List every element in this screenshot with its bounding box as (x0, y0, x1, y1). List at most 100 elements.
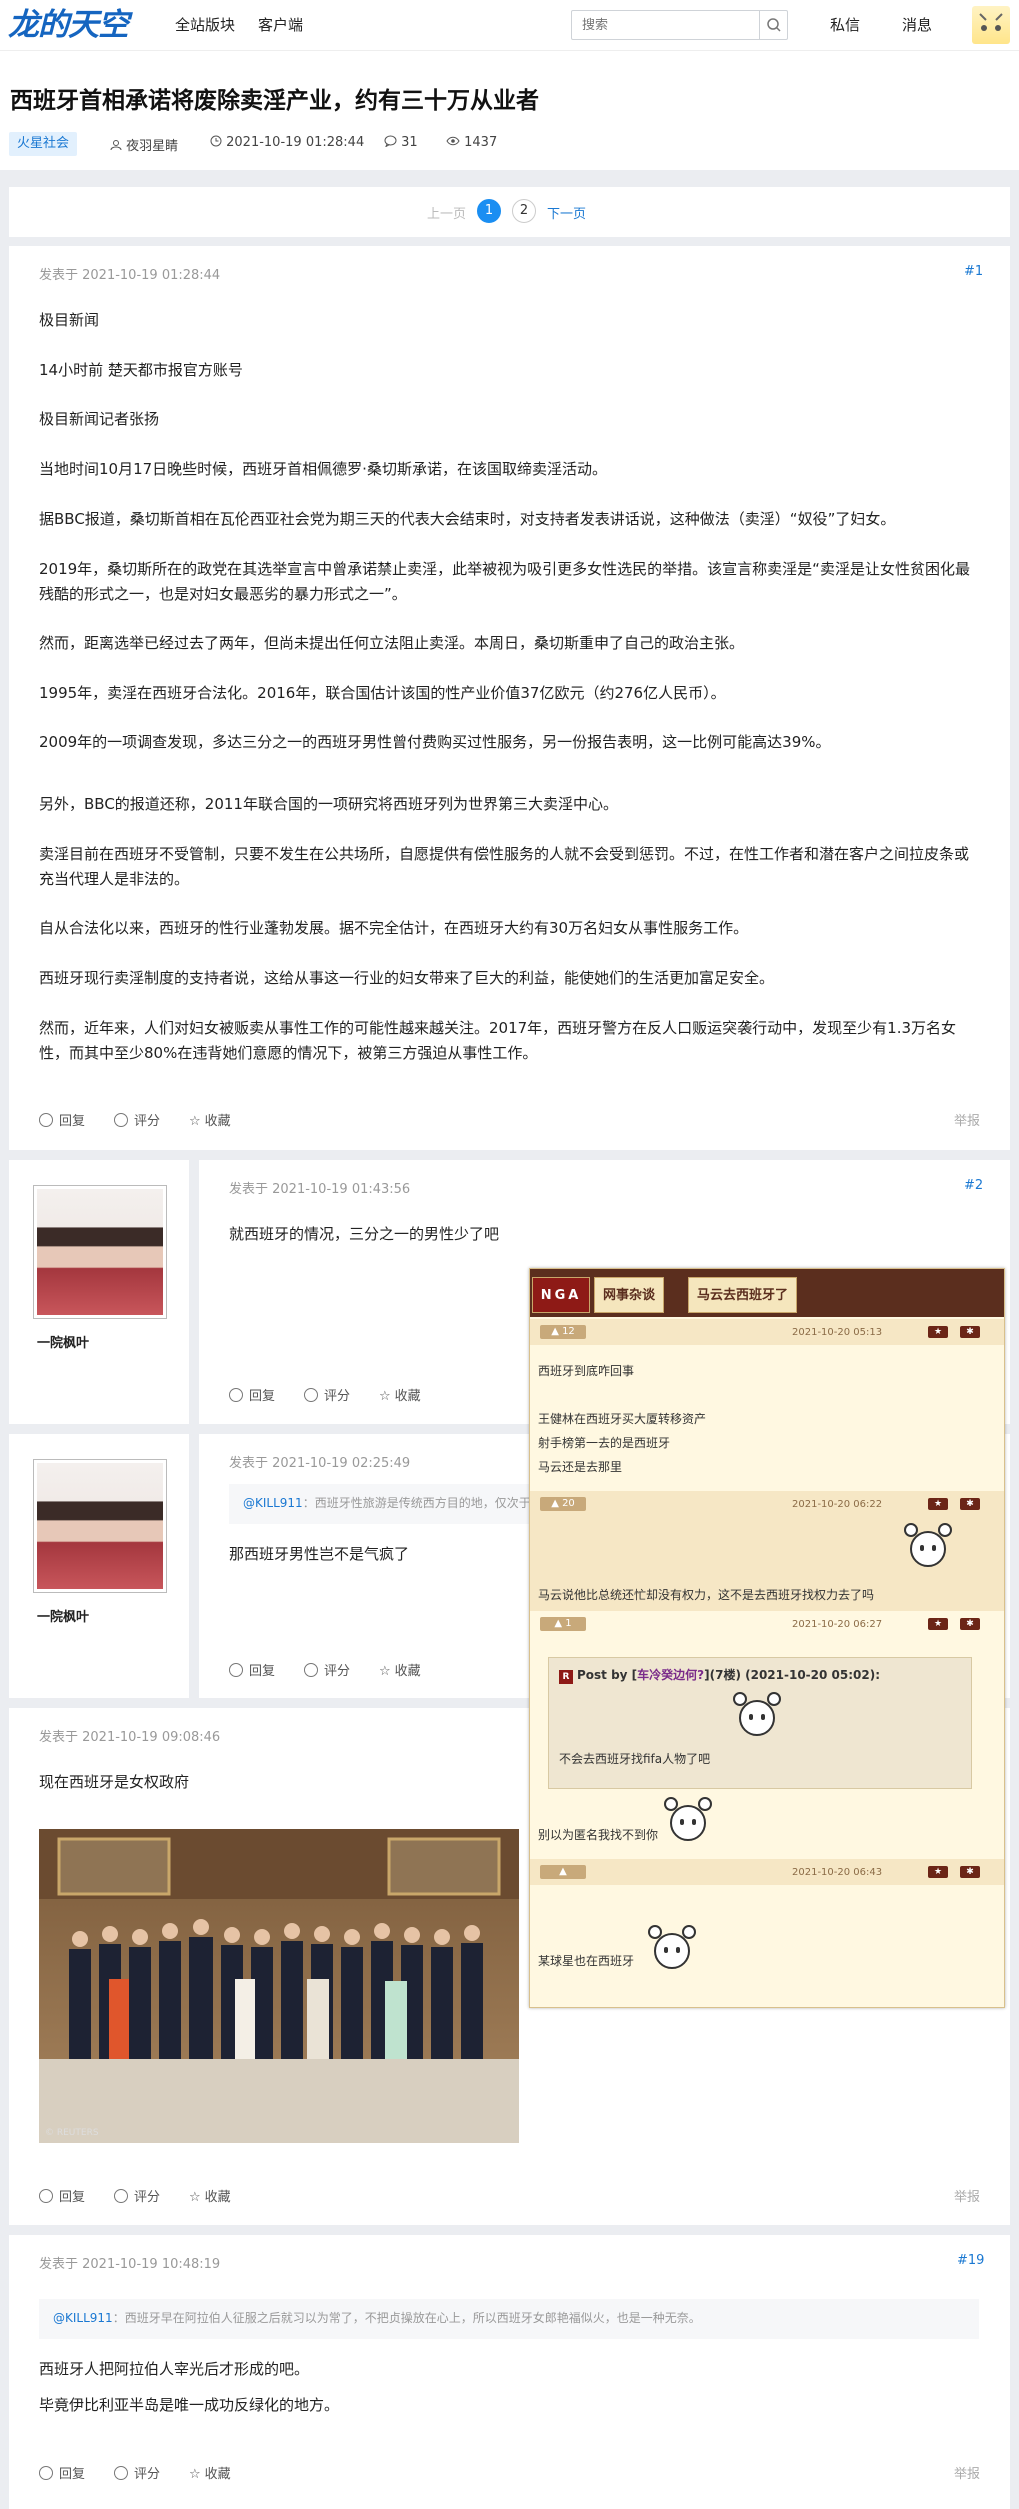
quote-mention[interactable]: @KILL911 (243, 1496, 303, 1510)
nga-row-header: ▲ 12 2021-10-20 05:13 ★ ✱ (530, 1319, 1004, 1345)
post-paragraph: 极目新闻记者张扬 (39, 410, 160, 428)
post-paragraph: 14小时前 楚天都市报官方账号 (39, 361, 243, 379)
nga-text: 射手榜第一去的是西班牙 (538, 1436, 671, 1450)
rate-label: 评分 (324, 1389, 351, 1404)
rate-button[interactable]: 评分 (114, 2463, 160, 2482)
report-link[interactable]: 举报 (954, 1110, 980, 1129)
post-1: 发表于 2021-10-19 01:28:44 #1 极目新闻 14小时前 楚天… (9, 246, 1010, 1150)
user-avatar-image[interactable] (33, 1459, 167, 1593)
rate-label: 评分 (134, 2190, 161, 2205)
pagination: 上一页 1 2 下一页 (9, 187, 1010, 237)
post-time: 发表于 2021-10-19 09:08:46 (39, 1730, 221, 1745)
nga-quote-text: 不会去西班牙找fifa人物了吧 (559, 1752, 711, 1766)
rate-button[interactable]: 评分 (304, 1660, 350, 1679)
reply-button[interactable]: 回复 (229, 1660, 275, 1679)
star-icon: ☆ (189, 1114, 201, 1129)
reply-button[interactable]: 回复 (39, 2463, 85, 2482)
nga-row-4-header: ▲ 2021-10-20 06:43 ★ ✱ (530, 1859, 1004, 1885)
board-tag[interactable]: 火星社会 (9, 132, 78, 156)
page-2[interactable]: 2 (512, 199, 536, 223)
nga-quote-header: R Post by [车冷癸边何?](7楼) (2021-10-20 05:02)… (559, 1666, 880, 1684)
post-time: 发表于 2021-10-19 01:43:56 (229, 1182, 411, 1197)
post-text: 就西班牙的情况，三分之一的男性少了吧 (229, 1225, 500, 1243)
nga-text: 西班牙到底咋回事 (538, 1364, 635, 1378)
reply-label: 回复 (59, 1114, 86, 1129)
report-link[interactable]: 举报 (954, 2186, 980, 2205)
post-text: 那西班牙男性岂不是气疯了 (229, 1545, 410, 1563)
chibi-sticker (900, 1523, 956, 1579)
rate-button[interactable]: 评分 (114, 1110, 160, 1129)
prev-page[interactable]: 上一页 (427, 203, 466, 222)
post-time: 发表于 2021-10-19 10:48:19 (39, 2257, 221, 2272)
favorite-button[interactable]: ☆ 收藏 (379, 1385, 421, 1404)
nga-like-count: ▲ (540, 1865, 586, 1879)
search-button[interactable] (759, 11, 787, 39)
chibi-sticker (660, 1797, 716, 1853)
post-2-userbox: 一院枫叶 (9, 1160, 189, 1424)
nav-client[interactable]: 客户端 (258, 14, 303, 35)
nga-row-2: ▲ 20 2021-10-20 06:22 ★ ✱ 马云说他比总统还忙却没有权力… (530, 1491, 1004, 1611)
rate-button[interactable]: 评分 (114, 2186, 160, 2205)
nav-all-boards[interactable]: 全站版块 (175, 14, 235, 35)
nga-like-count: ▲ 12 (540, 1325, 586, 1339)
post-paragraph: 当地时间10月17日晚些时候，西班牙首相佩德罗·桑切斯承诺，在该国取缔卖淫活动。 (39, 460, 607, 478)
post-paragraph: 2009年的一项调查发现，多达三分之一的西班牙男性曾付费购买过性服务，另一份报告… (39, 733, 831, 751)
thread-author[interactable]: 夜羽星睛 (110, 135, 178, 154)
post-paragraph: 自从合法化以来，西班牙的性行业蓬勃发展。据不完全估计，在西班牙大约有30万名妇女… (39, 919, 749, 937)
nga-gear-icon: ✱ (960, 1498, 980, 1510)
rate-icon (304, 1663, 318, 1677)
reply-label: 回复 (59, 2190, 86, 2205)
nga-time: 2021-10-20 05:13 (792, 1327, 883, 1338)
favorite-button[interactable]: ☆ 收藏 (379, 1660, 421, 1679)
floor-number[interactable]: #19 (957, 2253, 984, 2268)
nga-quote-box: R Post by [车冷癸边何?](7楼) (2021-10-20 05:02)… (548, 1657, 972, 1789)
reply-label: 回复 (249, 1389, 276, 1404)
photo-credit: © REUTERS (45, 2128, 99, 2138)
favorite-label: 收藏 (394, 1389, 421, 1404)
report-link[interactable]: 举报 (954, 2463, 980, 2482)
rate-icon (114, 1113, 128, 1127)
nav-private-message[interactable]: 私信 (830, 14, 860, 35)
reply-button[interactable]: 回复 (229, 1385, 275, 1404)
user-avatar-image[interactable] (33, 1185, 167, 1319)
nga-star-icon: ★ (928, 1326, 948, 1338)
thread-author-name: 夜羽星睛 (126, 139, 179, 154)
search-box (571, 10, 788, 40)
post-paragraph: 然而，距离选举已经过去了两年，但尚未提出任何立法阻止卖淫。本周日，桑切斯重申了自… (39, 634, 745, 652)
user-avatar[interactable] (972, 6, 1010, 44)
username[interactable]: 一院枫叶 (37, 1332, 89, 1351)
favorite-button[interactable]: ☆ 收藏 (189, 1110, 231, 1129)
star-icon: ☆ (189, 2467, 201, 2482)
post-paragraph: 据BBC报道，桑切斯首相在瓦伦西亚社会党为期三天的代表大会结束时，对支持者发表讲… (39, 510, 896, 528)
post-photo[interactable]: © REUTERS (39, 1829, 519, 2143)
nga-gear-icon: ✱ (960, 1326, 980, 1338)
star-icon: ☆ (379, 1389, 391, 1404)
top-navbar: 龙的天空 全站版块 客户端 私信 消息 (0, 0, 1019, 50)
nav-messages[interactable]: 消息 (902, 14, 932, 35)
rate-button[interactable]: 评分 (304, 1385, 350, 1404)
nga-screenshot: NGA 网事杂谈 马云去西班牙了 ▲ 12 2021-10-20 05:13 ★… (529, 1268, 1005, 2008)
reply-button[interactable]: 回复 (39, 2186, 85, 2205)
favorite-button[interactable]: ☆ 收藏 (189, 2186, 231, 2205)
eye-icon (446, 136, 460, 146)
thread-views: 1437 (446, 135, 497, 150)
rate-label: 评分 (324, 1664, 351, 1679)
nga-logo: NGA (532, 1277, 590, 1313)
favorite-label: 收藏 (204, 1114, 231, 1129)
reply-button[interactable]: 回复 (39, 1110, 85, 1129)
floor-number[interactable]: #1 (964, 264, 983, 279)
favorite-button[interactable]: ☆ 收藏 (189, 2463, 231, 2482)
nga-tab-board: 网事杂谈 (594, 1277, 665, 1313)
nga-star-icon: ★ (928, 1866, 948, 1878)
nga-text: 某球星也在西班牙 (538, 1954, 635, 1968)
favorite-label: 收藏 (204, 2467, 231, 2482)
page-1[interactable]: 1 (477, 199, 501, 223)
quote-mention[interactable]: @KILL911 (53, 2311, 113, 2325)
username[interactable]: 一院枫叶 (37, 1606, 89, 1625)
site-logo[interactable]: 龙的天空 (8, 5, 129, 45)
thread-title: 西班牙首相承诺将废除卖淫产业，约有三十万从业者 (10, 88, 539, 114)
post-paragraph: 卖淫目前在西班牙不受管制，只要不发生在公共场所，自愿提供有偿性服务的人就不会受到… (39, 845, 970, 888)
next-page[interactable]: 下一页 (547, 203, 586, 222)
search-input[interactable] (572, 11, 758, 39)
floor-number[interactable]: #2 (964, 1178, 983, 1193)
